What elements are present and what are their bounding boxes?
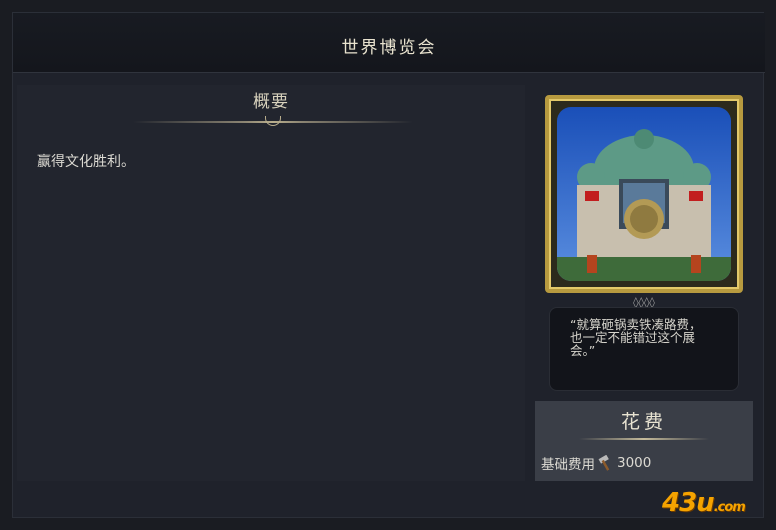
base-cost-value: 3000 xyxy=(617,455,652,471)
overview-panel: 概要 赢得文化胜利。 xyxy=(17,85,525,481)
overview-header: 概要 xyxy=(17,85,525,133)
watermark-suffix: .com xyxy=(713,500,746,515)
base-cost-row: 基础费用 3000 xyxy=(541,453,651,473)
wonder-quote: “就算砸锅卖铁凑路费， 也一定不能错过这个展 会。” xyxy=(570,317,702,358)
hammer-icon xyxy=(597,454,615,471)
world-fair-building-icon xyxy=(557,107,731,281)
overview-heading: 概要 xyxy=(253,92,289,112)
title-bar: 世界博览会 xyxy=(13,13,765,73)
wonder-info-panel: ◊◊◊◊ “就算砸锅卖铁凑路费， 也一定不能错过这个展 会。” 花费 基础费用 … xyxy=(535,85,753,481)
watermark-text: 43u xyxy=(662,488,715,518)
cost-heading: 花费 xyxy=(620,411,667,433)
quote-box: “就算砸锅卖铁凑路费， 也一定不能错过这个展 会。” xyxy=(549,307,739,391)
cost-divider xyxy=(579,438,709,440)
ornament-knot xyxy=(265,116,281,126)
site-watermark: 43u.com xyxy=(662,488,772,528)
overview-description: 赢得文化胜利。 xyxy=(37,154,135,170)
base-cost-label: 基础费用 xyxy=(541,457,595,473)
cost-panel: 花费 基础费用 3000 xyxy=(535,401,753,481)
dialog-title: 世界博览会 xyxy=(341,38,437,58)
wonder-dialog: 世界博览会 概要 赢得文化胜利。 ◊◊◊◊ “就算砸锅卖铁凑路费， 也一定不能错… xyxy=(12,12,765,518)
wonder-portrait xyxy=(545,95,743,293)
